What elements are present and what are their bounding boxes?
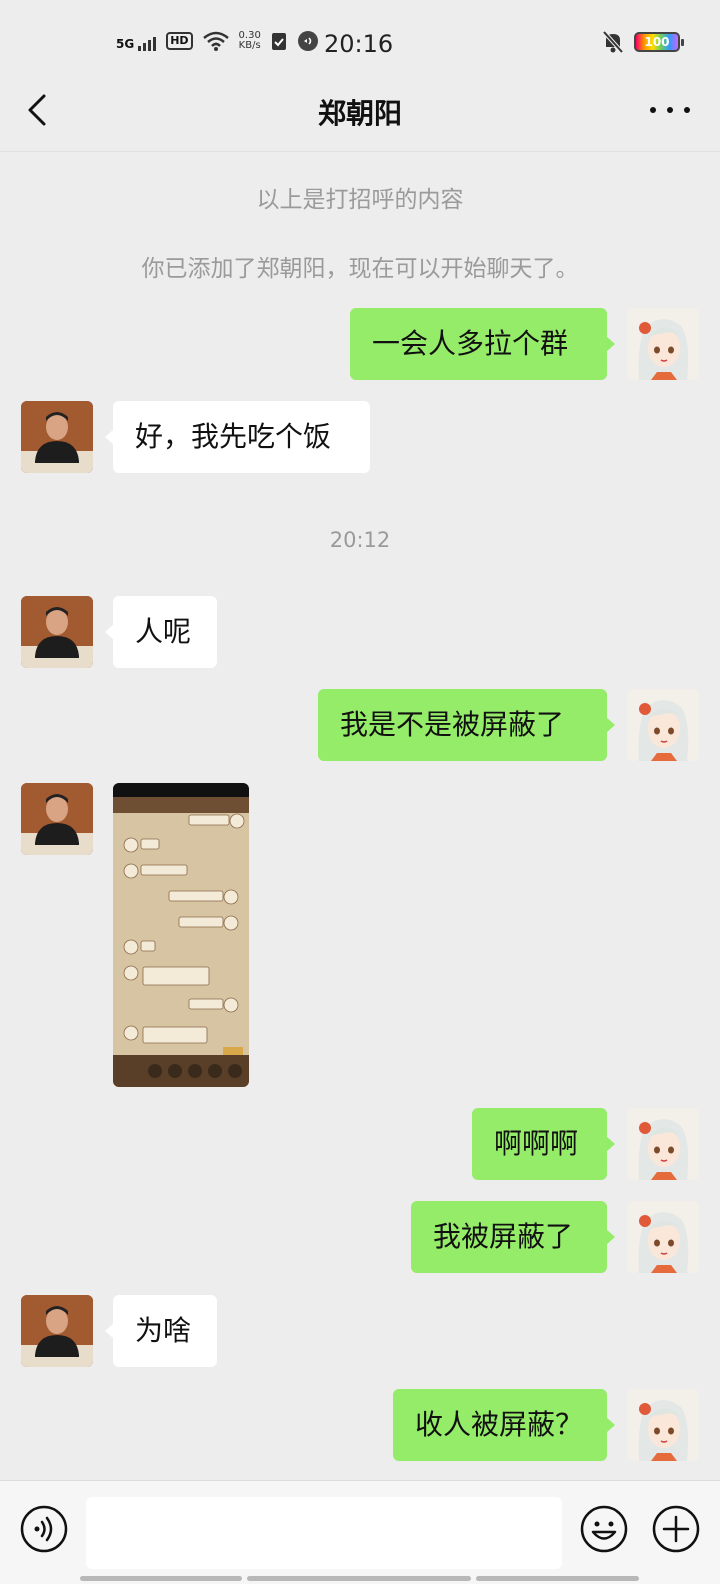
contact-photo-image — [21, 596, 93, 668]
message-input[interactable] — [86, 1497, 562, 1569]
message-bubble-sent[interactable]: 收人被屏蔽？ — [393, 1389, 615, 1461]
battery-icon: 100 — [634, 32, 684, 52]
message-bubble-sent[interactable]: 一会人多拉个群 — [350, 308, 615, 380]
message-bubble-received[interactable]: 为啥 — [105, 1295, 217, 1367]
anime-avatar-image — [627, 689, 699, 761]
more-button[interactable] — [650, 90, 690, 130]
gesture-bar-segment — [476, 1576, 639, 1581]
my-avatar[interactable] — [627, 1108, 699, 1180]
input-bar — [0, 1480, 720, 1584]
chat-title: 郑朝阳 — [317, 97, 402, 130]
screenshot-thumbnail-image — [113, 783, 249, 1087]
message-timestamp: 20:12 — [329, 528, 391, 552]
gesture-bar-segment — [247, 1576, 471, 1581]
anime-avatar-image — [627, 1108, 699, 1180]
contact-photo-image — [21, 401, 93, 473]
gesture-bar-segment — [80, 1576, 242, 1581]
anime-avatar-image — [627, 308, 699, 380]
sound-icon — [297, 31, 318, 51]
plus-icon — [652, 1505, 700, 1553]
status-time: 20:16 — [324, 30, 394, 58]
more-dots-icon — [650, 107, 656, 113]
image-message[interactable] — [113, 783, 249, 1087]
network-speed: 0.30 KB/s — [238, 30, 261, 51]
contact-photo-image — [21, 1295, 93, 1367]
message-bubble-sent[interactable]: 我是不是被屏蔽了 — [318, 689, 615, 761]
my-avatar[interactable] — [627, 308, 699, 380]
wifi-icon — [202, 31, 229, 51]
hd-icon: HD — [166, 32, 193, 50]
contact-avatar[interactable] — [21, 783, 93, 855]
cellular-signal-icon: 5G — [116, 31, 157, 51]
message-bubble-sent[interactable]: 啊啊啊 — [472, 1108, 615, 1180]
contact-avatar[interactable] — [21, 401, 93, 473]
contact-avatar[interactable] — [21, 596, 93, 668]
clipboard-check-icon — [271, 33, 286, 50]
plus-button[interactable] — [652, 1505, 700, 1553]
bell-mute-icon — [602, 30, 624, 54]
message-bubble-received[interactable]: 人呢 — [105, 596, 217, 668]
my-avatar[interactable] — [627, 1201, 699, 1273]
anime-avatar-image — [627, 1389, 699, 1461]
status-icons-left: 5G HD 0.30 KB/s — [116, 30, 319, 52]
contact-avatar[interactable] — [21, 1295, 93, 1367]
emoji-button[interactable] — [580, 1505, 628, 1553]
system-message-added: 你已添加了郑朝阳，现在可以开始聊天了。 — [141, 256, 579, 282]
status-icons-right: 100 — [602, 30, 684, 54]
my-avatar[interactable] — [627, 1389, 699, 1461]
system-message-greeting: 以上是打招呼的内容 — [256, 187, 464, 213]
anime-avatar-image — [627, 1201, 699, 1273]
my-avatar[interactable] — [627, 689, 699, 761]
voice-icon — [20, 1505, 68, 1553]
message-bubble-sent[interactable]: 我被屏蔽了 — [411, 1201, 615, 1273]
emoji-icon — [580, 1505, 628, 1553]
contact-photo-image — [21, 783, 93, 855]
message-bubble-received[interactable]: 好，我先吃个饭 — [105, 401, 370, 473]
voice-button[interactable] — [20, 1505, 68, 1553]
chat-header: 郑朝阳 — [0, 72, 720, 152]
